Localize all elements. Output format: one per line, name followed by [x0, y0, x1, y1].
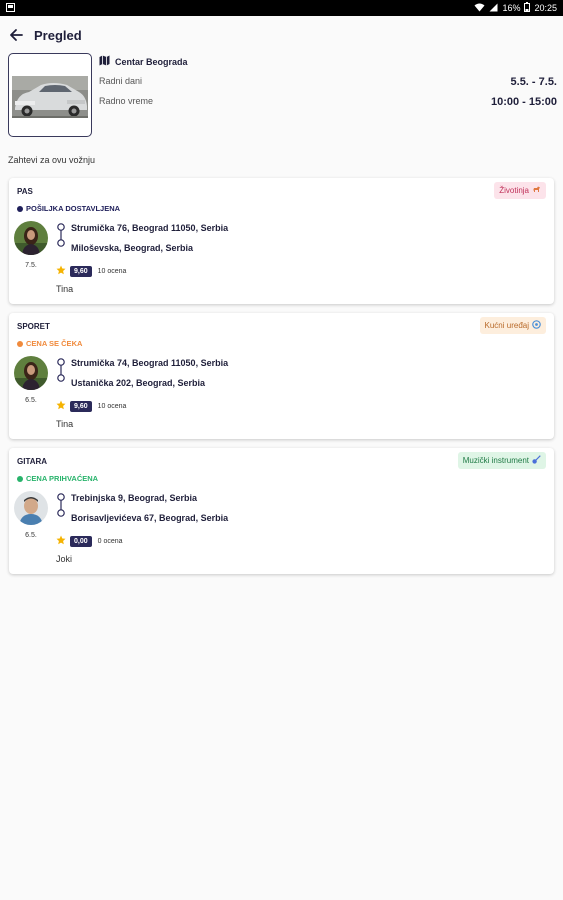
request-status: CENA PRIHVAĆENA	[17, 474, 98, 483]
request-status: CENA SE ČEKA	[17, 339, 82, 348]
category-tag: Muzički instrument	[457, 452, 546, 469]
request-item-name: SPORET	[17, 322, 50, 331]
screenshot-notification-icon	[6, 2, 15, 14]
route-line-icon	[56, 358, 66, 382]
working-days-label: Radni dani	[99, 76, 143, 86]
rating-score: 9,60	[70, 265, 92, 277]
category-tag-label: Životinja	[499, 186, 529, 195]
status-label: POŠILJKA DOSTAVLJENA	[26, 204, 121, 213]
rating: 9,60 10 ocena	[56, 262, 126, 280]
request-card[interactable]: PAS Životinja POŠILJKA DOSTAVLJENA 7.5. …	[9, 178, 554, 304]
requests-section-title: Zahtevi za ovu vožnju	[8, 155, 96, 165]
route-line-icon	[56, 493, 66, 517]
avatar[interactable]	[14, 491, 48, 525]
guitar-icon	[532, 455, 541, 466]
request-date: 7.5.	[25, 262, 37, 269]
star-icon	[56, 532, 66, 550]
clock: 20:25	[534, 3, 557, 13]
rating-count: 10 ocena	[97, 402, 127, 410]
dropoff-address: Miloševska, Beograd, Serbia	[71, 243, 194, 253]
ride-location: Centar Beograda	[99, 55, 188, 68]
ride-summary: Centar Beograda Radni dani 5.5. - 7.5. R…	[8, 53, 557, 138]
status-label: CENA SE ČEKA	[26, 339, 83, 348]
page-title: Pregled	[34, 27, 82, 43]
battery-percent: 16%	[502, 3, 521, 13]
request-date: 6.5.	[25, 532, 37, 539]
avatar[interactable]	[14, 356, 48, 390]
star-icon	[56, 397, 66, 415]
category-tag: Kućni uređaj	[479, 317, 546, 334]
status-bar: 16% 20:25	[0, 0, 563, 16]
status-dot	[17, 340, 23, 347]
appliance-icon	[532, 320, 541, 331]
request-item-name: GITARA	[17, 457, 48, 466]
car-photo[interactable]	[8, 53, 92, 137]
request-item-name: PAS	[17, 187, 33, 196]
dog-icon	[532, 185, 541, 196]
pickup-address: Strumička 74, Beograd 11050, Serbia	[71, 358, 229, 368]
request-card[interactable]: SPORET Kućni uređaj CENA SE ČEKA 6.5. St…	[9, 313, 554, 439]
working-days-value: 5.5. - 7.5.	[510, 76, 557, 88]
dropoff-address: Ustanička 202, Beograd, Serbia	[71, 378, 206, 388]
pickup-address: Strumička 76, Beograd 11050, Serbia	[71, 223, 229, 233]
app-bar: Pregled	[0, 16, 563, 54]
status-label: CENA PRIHVAĆENA	[26, 474, 99, 483]
ride-location-label: Centar Beograda	[115, 56, 188, 67]
status-dot	[17, 205, 23, 212]
pickup-address: Trebinjska 9, Beograd, Serbia	[71, 493, 198, 503]
rating-score: 0,00	[70, 535, 92, 547]
request-date: 6.5.	[25, 397, 37, 404]
rating: 0,00 0 ocena	[56, 532, 123, 550]
category-tag-label: Kućni uređaj	[484, 321, 529, 330]
category-tag: Životinja	[494, 182, 546, 199]
rating: 9,60 10 ocena	[56, 397, 126, 415]
rating-count: 10 ocena	[97, 267, 127, 275]
request-status: POŠILJKA DOSTAVLJENA	[17, 204, 120, 213]
back-arrow-icon[interactable]	[6, 25, 26, 45]
status-dot	[17, 475, 23, 482]
requester-name: Tina	[56, 284, 74, 294]
map-icon	[99, 55, 110, 68]
star-icon	[56, 262, 66, 280]
route-line-icon	[56, 223, 66, 247]
signal-icon	[489, 3, 498, 14]
category-tag-label: Muzički instrument	[462, 456, 529, 465]
rating-score: 9,60	[70, 400, 92, 412]
rating-count: 0 ocena	[97, 537, 123, 545]
working-hours-value: 10:00 - 15:00	[490, 96, 557, 108]
requester-name: Joki	[56, 554, 73, 564]
requester-name: Tina	[56, 419, 74, 429]
dropoff-address: Borisavljevićeva 67, Beograd, Serbia	[71, 513, 229, 523]
wifi-icon	[474, 3, 485, 14]
avatar[interactable]	[14, 221, 48, 255]
battery-icon	[524, 2, 531, 14]
working-hours-label: Radno vreme	[99, 96, 154, 106]
request-card[interactable]: GITARA Muzički instrument CENA PRIHVAĆEN…	[9, 448, 554, 574]
